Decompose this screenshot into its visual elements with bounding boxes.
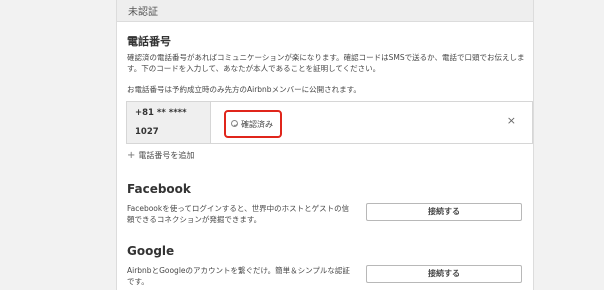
verification-panel: 未認証 電話番号 確認済の電話番号があればコミュニケーションが楽になります。確認… — [116, 0, 534, 290]
google-connect-button[interactable]: 接続する — [366, 265, 522, 283]
phone-number-masked: +81 ** **** — [135, 108, 187, 118]
facebook-section-title: Facebook — [127, 182, 191, 196]
check-circle-icon — [231, 120, 238, 127]
phone-description: 確認済の電話番号があればコミュニケーションが楽になります。確認コードはSMSで送… — [127, 53, 525, 73]
panel-header: 未認証 — [117, 0, 533, 22]
add-phone-link[interactable]: + 電話番号を追加 — [127, 150, 194, 161]
google-section-title: Google — [127, 244, 175, 258]
add-phone-label: 電話番号を追加 — [138, 151, 195, 160]
phone-notice: お電話番号は予約成立時のみ先方のAirbnbメンバーに公開されます。 — [127, 85, 361, 94]
verified-status-highlight: 確認済み — [224, 110, 282, 138]
panel-header-title: 未認証 — [128, 7, 158, 18]
plus-icon: + — [127, 150, 136, 161]
phone-number-row: +81 ** **** 1027 確認済み × — [126, 101, 533, 144]
facebook-connect-button[interactable]: 接続する — [366, 203, 522, 221]
verified-status-label: 確認済み — [241, 120, 273, 129]
phone-number-suffix: 1027 — [135, 127, 159, 137]
facebook-description: Facebookを使ってログインすると、世界中のホストとゲストの信頼できるコネク… — [127, 204, 350, 224]
remove-phone-close-icon[interactable]: × — [507, 115, 516, 127]
google-description: AirbnbとGoogleのアカウントを繋ぐだけ。簡単＆シンプルな認証です。 — [127, 266, 350, 286]
phone-number-cell: +81 ** **** 1027 — [127, 102, 211, 143]
phone-section-title: 電話番号 — [127, 35, 171, 48]
